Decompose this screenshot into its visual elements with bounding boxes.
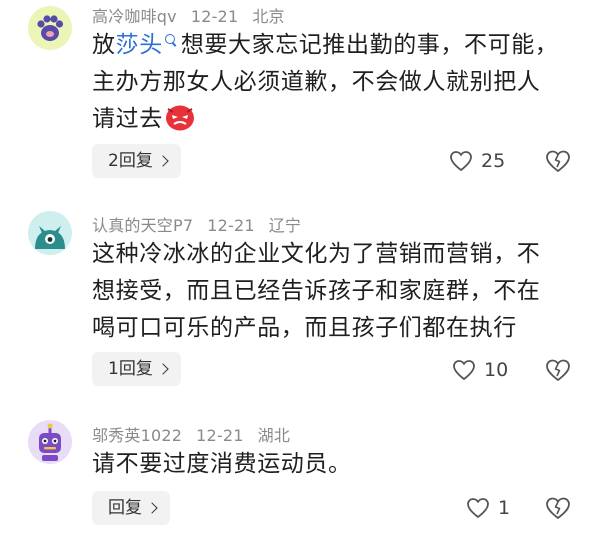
- monster-icon: [28, 211, 72, 255]
- comment-date: 12-21: [190, 7, 239, 26]
- reply-button[interactable]: 2回复: [92, 144, 181, 178]
- like-count: 25: [481, 150, 506, 172]
- avatar[interactable]: [28, 420, 72, 464]
- chevron-right-icon: [157, 155, 169, 167]
- comment-meta: 邬秀英1022 12-21 湖北: [92, 422, 304, 446]
- like-count: 1: [498, 497, 511, 519]
- angry-emoji-icon: [165, 105, 194, 131]
- avatar[interactable]: [28, 211, 72, 255]
- username[interactable]: 邬秀英1022: [92, 426, 182, 445]
- comment-text: 放莎头 想要大家忘记推出勤的事，不可能，主办方那女人必须道歉，不会做人就别把人请过…: [92, 27, 562, 138]
- like-count: 10: [484, 359, 509, 381]
- heart-icon: [467, 498, 489, 518]
- heart-icon: [450, 151, 472, 171]
- avatar[interactable]: [28, 6, 72, 50]
- like-button[interactable]: 10: [452, 355, 508, 385]
- robot-icon: [28, 420, 72, 464]
- dislike-icon[interactable]: [544, 494, 572, 522]
- comment-date: 12-21: [207, 216, 255, 235]
- chevron-right-icon: [146, 502, 158, 514]
- comment-location: 辽宁: [268, 216, 302, 235]
- comment-meta: 高冷咖啡qv 12-21 北京: [92, 3, 299, 27]
- dislike-icon[interactable]: [544, 147, 572, 175]
- text-prefix: 放: [92, 32, 116, 58]
- comment-location: 湖北: [257, 426, 291, 445]
- comment-text: 请不要过度消费运动员。: [92, 451, 352, 477]
- username[interactable]: 高冷咖啡qv: [92, 7, 177, 26]
- chevron-right-icon: [157, 363, 169, 375]
- reply-label: 1回复: [108, 359, 153, 379]
- reply-label: 回复: [108, 498, 142, 518]
- comment-location: 北京: [252, 7, 285, 26]
- like-button[interactable]: 1: [466, 493, 510, 523]
- comment-date: 12-21: [196, 426, 244, 445]
- comment-meta: 认真的天空P7 12-21 辽宁: [92, 212, 315, 236]
- paw-icon: [28, 6, 72, 50]
- heart-icon: [453, 360, 475, 380]
- mention-link[interactable]: 莎头: [116, 32, 163, 58]
- dislike-icon[interactable]: [544, 356, 572, 384]
- reply-button[interactable]: 回复: [92, 491, 170, 525]
- like-button[interactable]: 25: [449, 146, 505, 176]
- username[interactable]: 认真的天空P7: [92, 216, 193, 235]
- reply-label: 2回复: [108, 151, 153, 171]
- search-icon: [164, 34, 175, 44]
- reply-button[interactable]: 1回复: [92, 352, 181, 386]
